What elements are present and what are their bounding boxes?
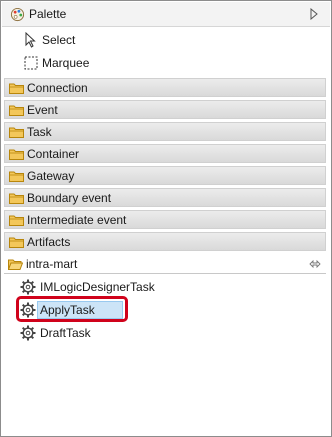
drawer-label: Intermediate event xyxy=(27,213,127,227)
marquee-icon xyxy=(24,56,38,70)
task-label: IMLogicDesignerTask xyxy=(40,280,155,294)
drawer-label: Event xyxy=(27,103,58,117)
drawer-label: intra-mart xyxy=(26,257,78,271)
folder-icon xyxy=(9,193,24,204)
drawer-task[interactable]: Task xyxy=(4,122,326,141)
open-folder-icon xyxy=(8,259,23,270)
drawer-event[interactable]: Event xyxy=(4,100,326,119)
drawer-artifacts[interactable]: Artifacts xyxy=(4,232,326,251)
tool-label: Select xyxy=(42,33,76,47)
select-arrow-icon xyxy=(25,32,36,48)
drawer-intermediate-event[interactable]: Intermediate event xyxy=(4,210,326,229)
folder-icon xyxy=(9,171,24,182)
drawer-connection[interactable]: Connection xyxy=(4,78,326,97)
drawer-boundary-event[interactable]: Boundary event xyxy=(4,188,326,207)
folder-icon xyxy=(9,127,24,138)
drawer-gateway[interactable]: Gateway xyxy=(4,166,326,185)
drawer-label: Connection xyxy=(27,81,88,95)
tool-label: Marquee xyxy=(42,56,90,70)
drawer-intra-mart[interactable]: intra-mart xyxy=(4,255,326,274)
folder-icon xyxy=(9,83,24,94)
drawer-label: Gateway xyxy=(27,169,75,183)
palette-header: Palette xyxy=(2,2,330,27)
palette-icon xyxy=(10,7,25,22)
gear-icon xyxy=(20,325,36,341)
task-label: DraftTask xyxy=(40,326,91,340)
folder-icon xyxy=(9,215,24,226)
drawer-label: Artifacts xyxy=(27,235,71,249)
drawer-label: Task xyxy=(27,125,52,139)
folder-icon xyxy=(9,105,24,116)
pin-icon[interactable] xyxy=(309,259,321,269)
drawer-container[interactable]: Container xyxy=(4,144,326,163)
palette-title: Palette xyxy=(29,7,67,21)
annotation-highlight-box xyxy=(16,296,128,322)
folder-icon xyxy=(9,237,24,248)
folder-icon xyxy=(9,149,24,160)
gear-icon xyxy=(20,279,36,295)
drawer-label: Boundary event xyxy=(27,191,112,205)
palette-panel: Palette Select Marquee Connection Event … xyxy=(0,0,332,437)
collapse-triangle-icon[interactable] xyxy=(309,8,319,20)
drawer-label: Container xyxy=(27,147,80,161)
